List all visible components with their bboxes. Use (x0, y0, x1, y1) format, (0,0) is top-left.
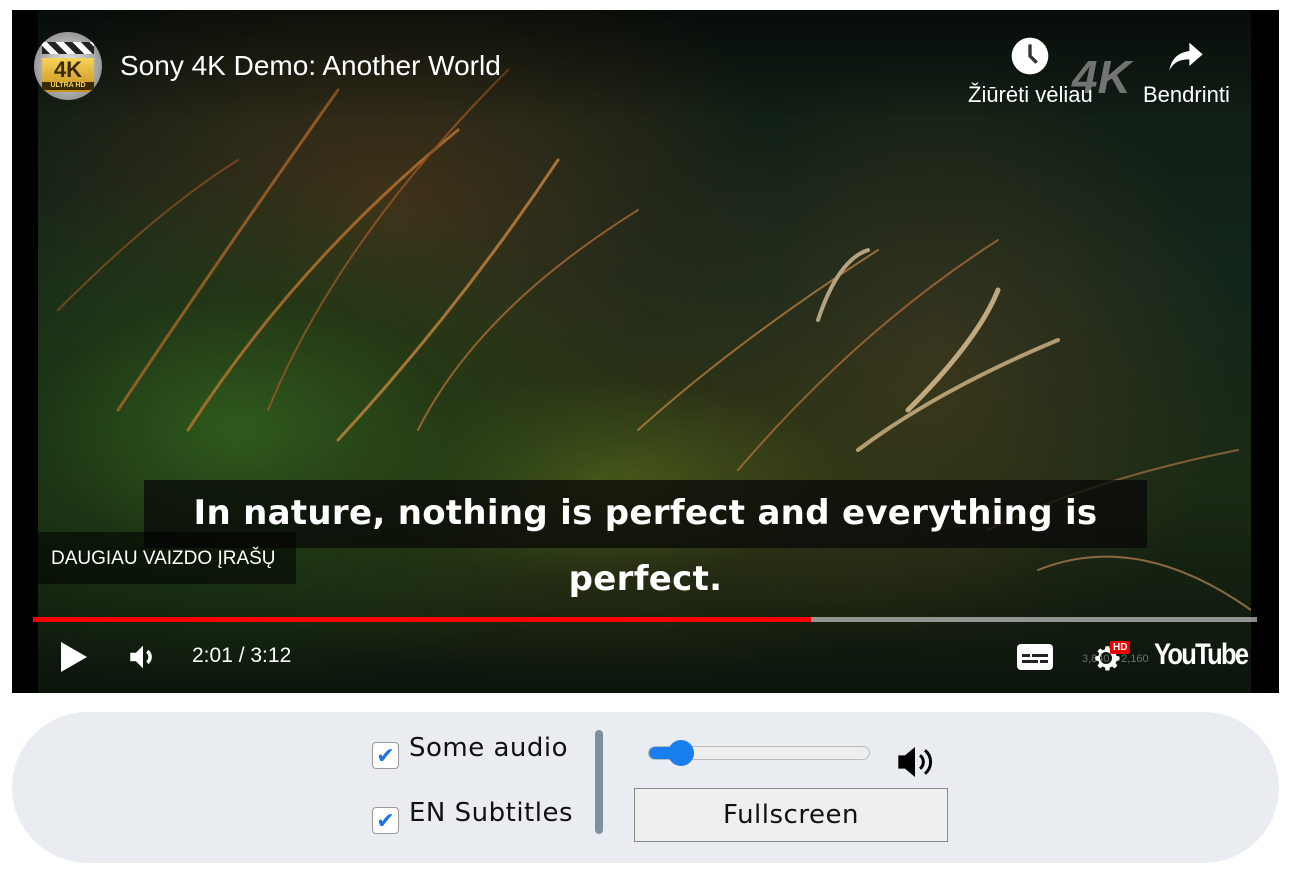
clock-icon (1012, 37, 1049, 75)
subtitles-checkbox-label[interactable]: EN Subtitles (409, 798, 573, 828)
video-title[interactable]: Sony 4K Demo: Another World (120, 50, 501, 82)
watch-later-button[interactable]: Žiūrėti vėliau (968, 36, 1093, 108)
time-display: 2:01 / 3:12 (192, 644, 292, 667)
youtube-logo[interactable]: YouTube (1154, 638, 1249, 672)
watch-later-label: Žiūrėti vėliau (968, 82, 1093, 107)
volume-slider[interactable] (648, 740, 870, 766)
video-player[interactable]: 4K ULTRA HD Sony 4K Demo: Another World 4… (12, 10, 1279, 693)
play-icon[interactable] (58, 640, 90, 674)
share-arrow-icon (1169, 42, 1204, 71)
channel-logo[interactable]: 4K ULTRA HD (34, 32, 102, 100)
more-videos-button[interactable]: DAUGIAU VAIZDO ĮRAŠŲ (38, 532, 296, 584)
progress-bar[interactable] (33, 617, 1257, 622)
fullscreen-button[interactable]: Fullscreen (634, 788, 948, 842)
subtitles-icon[interactable] (1016, 640, 1054, 674)
hd-badge: HD (1110, 641, 1131, 654)
audio-checkbox-label[interactable]: Some audio (409, 733, 568, 763)
share-button[interactable]: Bendrinti (1143, 36, 1230, 108)
share-label: Bendrinti (1143, 82, 1230, 107)
volume-icon[interactable] (126, 640, 160, 674)
speaker-icon (898, 747, 932, 777)
divider (595, 730, 603, 834)
audio-checkbox[interactable]: ✔ (372, 742, 399, 769)
subtitles-checkbox[interactable]: ✔ (372, 807, 399, 834)
progress-fill (33, 617, 812, 622)
